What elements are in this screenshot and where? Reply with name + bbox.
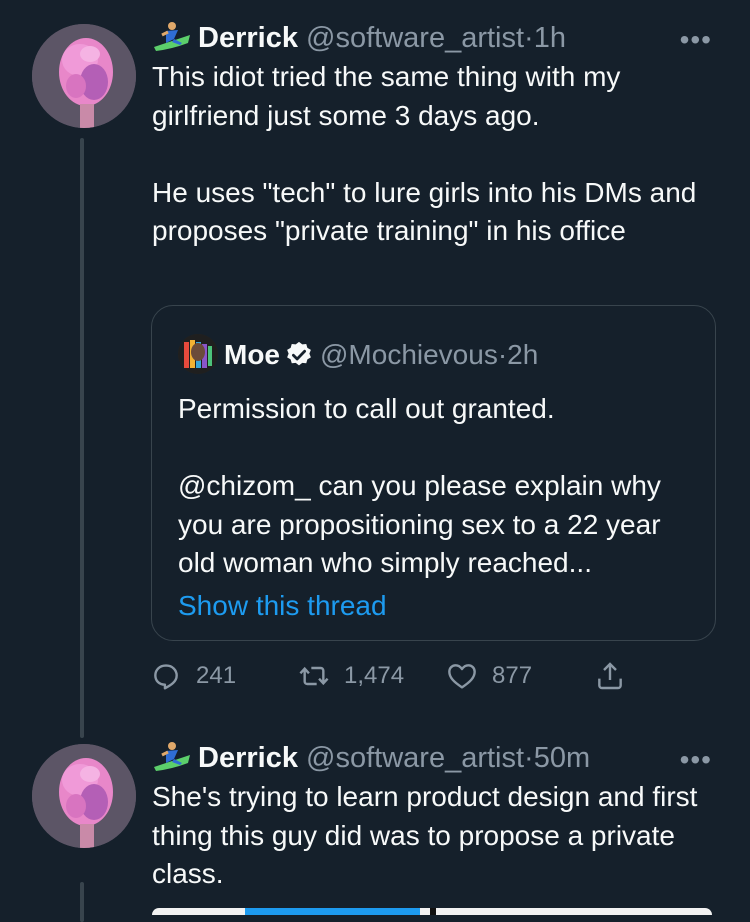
timestamp[interactable]: 50m <box>534 742 590 774</box>
thread-line <box>80 138 84 738</box>
thread-line <box>80 882 84 922</box>
like-count: 877 <box>492 662 533 689</box>
tweet-header: Derrick @software_artist·1h <box>152 20 566 56</box>
avatar[interactable] <box>32 24 136 128</box>
media-preview-divider <box>430 908 436 915</box>
retweet-button[interactable]: 1,474 <box>298 660 404 692</box>
tweet-header: Derrick @software_artist·50m <box>152 740 590 776</box>
tweet-2[interactable]: Derrick @software_artist·50m ••• She's t… <box>0 720 750 922</box>
quote-timestamp[interactable]: 2h <box>507 339 538 370</box>
person-surfing-emoji-icon <box>154 22 190 51</box>
separator-dot: · <box>524 742 534 774</box>
quote-author-name[interactable]: Moe <box>224 339 280 370</box>
share-button[interactable] <box>594 660 640 692</box>
more-options-button[interactable]: ••• <box>680 744 712 776</box>
author-name[interactable]: Derrick <box>198 742 298 774</box>
heart-icon <box>448 664 476 689</box>
more-options-button[interactable]: ••• <box>680 24 712 56</box>
quoted-tweet[interactable]: Moe @Mochievous·2h Permission to call ou… <box>151 305 716 641</box>
media-preview-accent <box>245 908 420 915</box>
quote-text: Permission to call out granted. @chizom_… <box>178 393 661 578</box>
quote-header: Moe @Mochievous·2h <box>178 334 538 374</box>
reply-count: 241 <box>196 662 237 689</box>
reply-button[interactable]: 241 <box>150 660 236 692</box>
retweet-count: 1,474 <box>344 662 405 689</box>
author-name[interactable]: Derrick <box>198 22 298 54</box>
separator-dot: · <box>497 339 508 370</box>
show-thread-link[interactable]: Show this thread <box>178 588 387 624</box>
timestamp[interactable]: 1h <box>534 22 566 54</box>
tweet-text: This idiot tried the same thing with my … <box>152 61 697 246</box>
reply-icon <box>154 664 178 690</box>
separator-dot: · <box>524 22 534 54</box>
tweet-actions: 241 1,474 877 <box>150 656 650 700</box>
tweet-1[interactable]: Derrick @software_artist·1h ••• This idi… <box>0 0 750 738</box>
tweet-text: She's trying to learn product design and… <box>152 781 698 889</box>
quote-avatar <box>178 334 218 374</box>
share-icon <box>598 662 622 690</box>
retweet-icon <box>299 666 329 686</box>
avatar[interactable] <box>32 744 136 848</box>
author-handle[interactable]: @software_artist <box>306 22 524 54</box>
verified-badge-icon <box>287 341 311 366</box>
person-surfing-emoji-icon <box>154 742 190 771</box>
author-handle[interactable]: @software_artist <box>306 742 524 774</box>
quote-author-handle[interactable]: @Mochievous <box>320 339 498 370</box>
like-button[interactable]: 877 <box>446 660 532 692</box>
